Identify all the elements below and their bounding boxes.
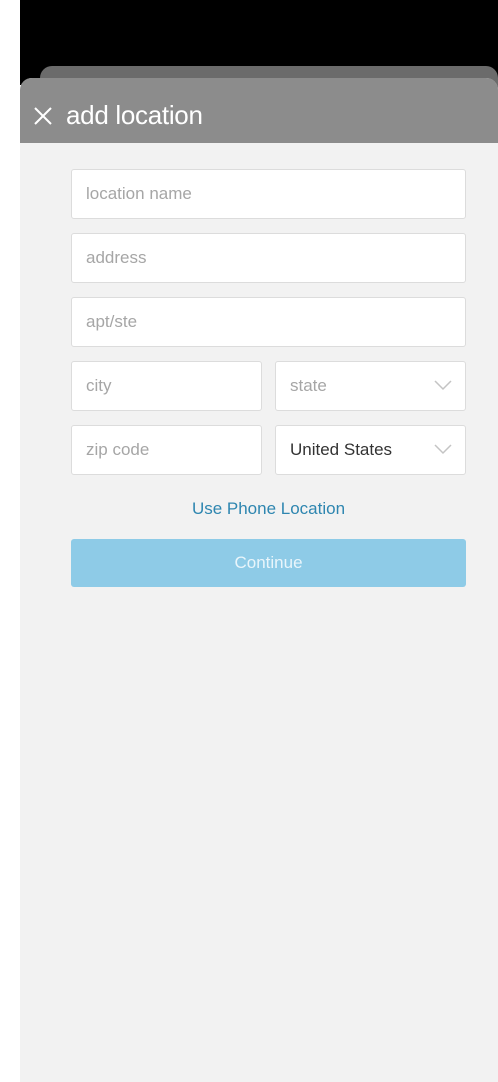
close-icon [34,107,52,125]
location-name-field[interactable] [71,169,466,219]
location-form: state United States Use Phone Location C… [71,169,466,587]
country-select-value: United States [290,440,393,459]
city-state-row: state [71,361,466,411]
zip-field[interactable] [71,425,262,475]
state-select-value: state [290,376,327,395]
add-location-sheet: add location state [20,78,498,1082]
zip-country-row: United States [71,425,466,475]
apt-input[interactable] [86,312,451,332]
chevron-down-icon [433,378,453,392]
zip-input[interactable] [86,440,247,460]
page-title: add location [66,100,203,130]
continue-button[interactable]: Continue [71,539,466,587]
state-select[interactable]: state [275,361,466,411]
use-phone-location-link[interactable]: Use Phone Location [71,499,466,519]
location-name-input[interactable] [86,184,451,204]
close-button[interactable] [32,105,54,127]
city-field[interactable] [71,361,262,411]
city-input[interactable] [86,376,247,396]
chevron-down-icon [433,442,453,456]
address-input[interactable] [86,248,451,268]
sheet-header: add location [20,78,498,143]
apt-field[interactable] [71,297,466,347]
address-field[interactable] [71,233,466,283]
country-select[interactable]: United States [275,425,466,475]
